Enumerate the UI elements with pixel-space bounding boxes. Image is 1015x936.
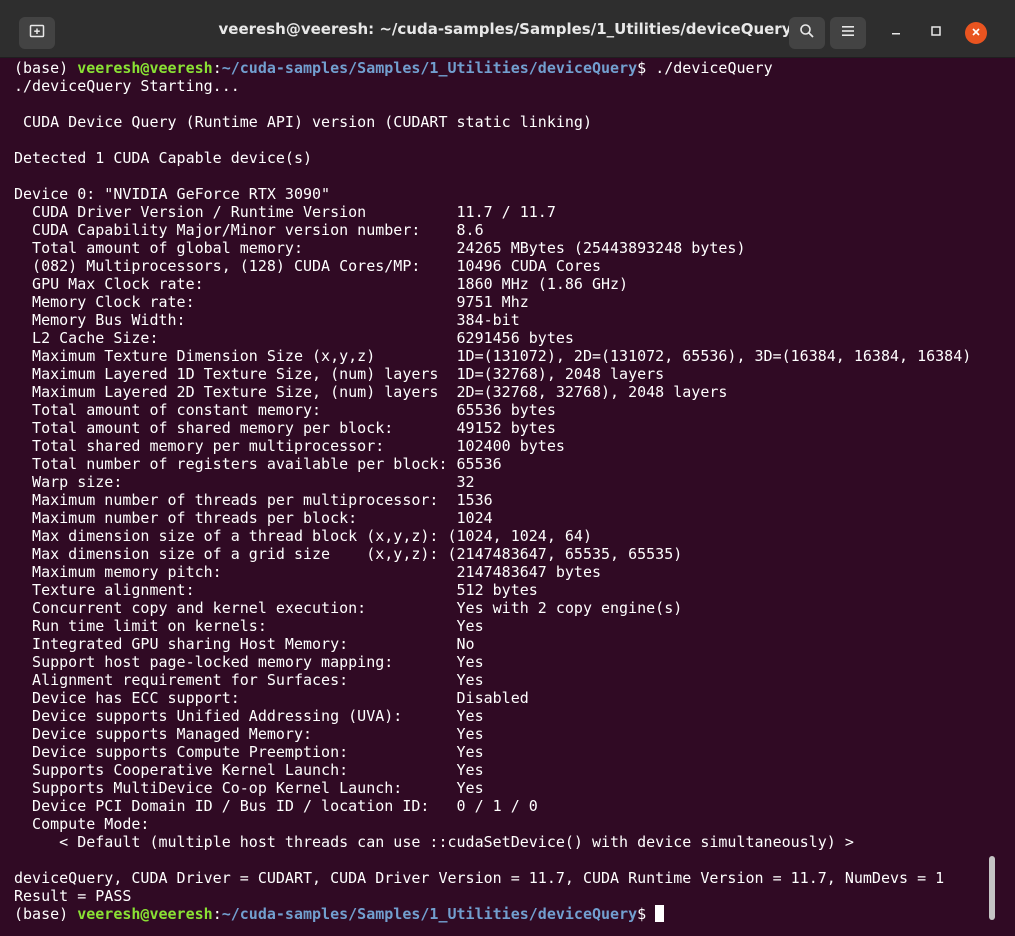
output-line: L2 Cache Size: 6291456 bytes [14, 329, 574, 347]
prompt-env: (base) [14, 59, 78, 77]
output-line: Supports MultiDevice Co-op Kernel Launch… [14, 779, 484, 797]
output-line: Integrated GPU sharing Host Memory: No [14, 635, 475, 653]
output-line: Total number of registers available per … [14, 455, 502, 473]
output-line: Maximum Layered 1D Texture Size, (num) l… [14, 365, 665, 383]
close-icon [971, 24, 981, 42]
prompt-path: ~/cuda-samples/Samples/1_Utilities/devic… [221, 905, 638, 923]
output-line: (082) Multiprocessors, (128) CUDA Cores/… [14, 257, 601, 275]
text-cursor [655, 905, 665, 922]
minimize-button[interactable] [885, 22, 907, 44]
new-tab-button[interactable] [19, 17, 55, 49]
maximize-button[interactable] [925, 22, 947, 44]
output-line: Device supports Unified Addressing (UVA)… [14, 707, 484, 725]
output-line: Maximum number of threads per block: 102… [14, 509, 493, 527]
prompt-symbol: $ [637, 59, 656, 77]
output-line: Max dimension size of a thread block (x,… [14, 527, 592, 545]
output-line: Total amount of constant memory: 65536 b… [14, 401, 556, 419]
prompt-user-host: veeresh@veeresh [77, 59, 213, 77]
prompt-separator: : [212, 905, 222, 923]
output-line: CUDA Driver Version / Runtime Version 11… [14, 203, 556, 221]
prompt-path: ~/cuda-samples/Samples/1_Utilities/devic… [221, 59, 638, 77]
output-line: Total amount of global memory: 24265 MBy… [14, 239, 746, 257]
output-line: Memory Bus Width: 384-bit [14, 311, 520, 329]
minimize-icon [890, 24, 902, 42]
output-line: Texture alignment: 512 bytes [14, 581, 538, 599]
output-line: Run time limit on kernels: Yes [14, 617, 484, 635]
prompt-command: ./deviceQuery [655, 59, 773, 77]
output-line: Device supports Compute Preemption: Yes [14, 743, 484, 761]
terminal-window: veeresh@veeresh: ~/cuda-samples/Samples/… [0, 0, 1015, 936]
output-line: Total amount of shared memory per block:… [14, 419, 556, 437]
prompt-symbol: $ [637, 905, 656, 923]
prompt-user-host: veeresh@veeresh [77, 905, 213, 923]
output-line: Supports Cooperative Kernel Launch: Yes [14, 761, 484, 779]
terminal-output[interactable]: (base) veeresh@veeresh:~/cuda-samples/Sa… [14, 59, 984, 929]
output-line: Compute Mode: [14, 815, 150, 833]
output-line: Maximum number of threads per multiproce… [14, 491, 493, 509]
output-line: Alignment requirement for Surfaces: Yes [14, 671, 484, 689]
output-line: Device has ECC support: Disabled [14, 689, 529, 707]
maximize-icon [930, 24, 942, 42]
output-line: Total shared memory per multiprocessor: … [14, 437, 565, 455]
prompt-line: (base) veeresh@veeresh:~/cuda-samples/Sa… [14, 59, 984, 77]
command-output: ./deviceQuery Starting... CUDA Device Qu… [14, 77, 984, 905]
prompt-line-active[interactable]: (base) veeresh@veeresh:~/cuda-samples/Sa… [14, 905, 984, 923]
output-line: Max dimension size of a grid size (x,y,z… [14, 545, 683, 563]
hamburger-menu-icon [841, 24, 855, 42]
prompt-separator: : [212, 59, 222, 77]
output-line: Maximum memory pitch: 2147483647 bytes [14, 563, 601, 581]
output-line: Device PCI Domain ID / Bus ID / location… [14, 797, 538, 815]
output-line: Device 0: "NVIDIA GeForce RTX 3090" [14, 185, 331, 203]
output-line: Device supports Managed Memory: Yes [14, 725, 484, 743]
output-line: GPU Max Clock rate: 1860 MHz (1.86 GHz) [14, 275, 629, 293]
output-line: Maximum Layered 2D Texture Size, (num) l… [14, 383, 728, 401]
output-line: Support host page-locked memory mapping:… [14, 653, 484, 671]
scrollbar-thumb[interactable] [989, 856, 995, 920]
title-bar[interactable]: veeresh@veeresh: ~/cuda-samples/Samples/… [0, 0, 1015, 58]
search-icon [799, 23, 815, 44]
output-line: CUDA Device Query (Runtime API) version … [14, 113, 592, 131]
menu-button[interactable] [830, 17, 866, 49]
output-line: ./deviceQuery Starting... [14, 77, 240, 95]
prompt-env: (base) [14, 905, 78, 923]
output-line: Maximum Texture Dimension Size (x,y,z) 1… [14, 347, 972, 365]
output-line: Detected 1 CUDA Capable device(s) [14, 149, 313, 167]
output-line: CUDA Capability Major/Minor version numb… [14, 221, 484, 239]
output-line: < Default (multiple host threads can use… [14, 833, 854, 851]
window-title: veeresh@veeresh: ~/cuda-samples/Samples/… [218, 20, 792, 38]
new-tab-icon [29, 23, 45, 44]
output-line: Result = PASS [14, 887, 132, 905]
close-button[interactable] [965, 22, 987, 44]
search-button[interactable] [789, 17, 825, 49]
output-line: deviceQuery, CUDA Driver = CUDART, CUDA … [14, 869, 945, 887]
output-line: Warp size: 32 [14, 473, 475, 491]
output-line: Concurrent copy and kernel execution: Ye… [14, 599, 683, 617]
output-line: Memory Clock rate: 9751 Mhz [14, 293, 529, 311]
